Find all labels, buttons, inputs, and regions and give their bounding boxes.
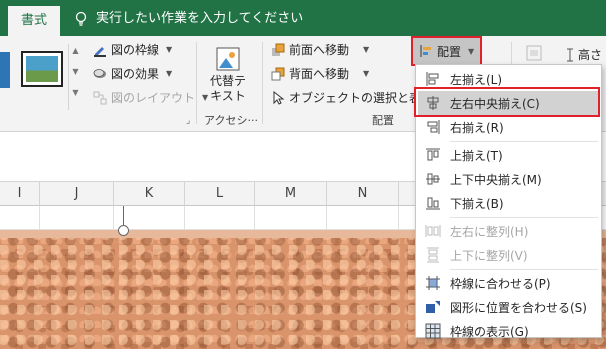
menu-item-label: 上揃え(T): [450, 148, 503, 163]
align-center-icon: [427, 96, 439, 110]
column-header-i[interactable]: I: [0, 182, 40, 206]
bring-forward-label: 前面へ移動: [289, 43, 350, 57]
bring-forward-button[interactable]: 前面へ移動 ▼: [271, 40, 369, 60]
alt-text-button[interactable]: 代替テ キスト: [205, 44, 251, 110]
menu-item-align-middle[interactable]: 上下中央揃え(M): [418, 167, 599, 191]
dropdown-arrow-icon: ▼: [363, 45, 370, 54]
send-backward-label: 背面へ移動: [289, 67, 350, 81]
menu-item-label: 図形に位置を合わせる(S): [450, 300, 587, 315]
picture-effects-label: 図の効果: [111, 67, 160, 81]
picture-border-label: 図の枠線: [111, 43, 160, 57]
picture-border-button[interactable]: 図の枠線 ▼: [93, 40, 172, 60]
column-header-l[interactable]: L: [185, 182, 255, 206]
height-label: 高さ: [578, 48, 603, 62]
dropdown-arrow-icon: ▼: [468, 46, 475, 56]
dialog-launcher-icon[interactable]: ⌟: [186, 116, 190, 126]
scroll-down-icon[interactable]: ▼: [69, 67, 82, 76]
send-backward-button[interactable]: 背面へ移動 ▼: [271, 64, 369, 84]
tell-me-text: 実行したい作業を入力してください: [96, 11, 304, 26]
column-header-m[interactable]: M: [255, 182, 327, 206]
gallery-scroll[interactable]: ▲ ▼ ▼: [68, 44, 82, 110]
alt-text-icon: [216, 47, 240, 71]
align-button-label: 配置: [437, 44, 462, 59]
picture-layout-label: 図のレイアウト: [111, 91, 196, 105]
align-dropdown-menu: 左揃え(L) 左右中央揃え(C) 右揃え(R) 上揃え(T) 上下中央揃え(M)…: [415, 64, 602, 339]
cell[interactable]: [40, 206, 114, 230]
rotation-handle[interactable]: [118, 225, 129, 236]
menu-item-distribute-horizontal[interactable]: 左右に整列(H): [418, 219, 599, 243]
dropdown-arrow-icon: ▼: [166, 45, 173, 54]
align-bottom-icon: [426, 197, 440, 210]
menu-item-label: 下揃え(B): [450, 196, 504, 211]
menu-item-align-right[interactable]: 右揃え(R): [418, 115, 599, 139]
menu-item-label: 上下に整列(V): [450, 248, 528, 263]
distribute-vertical-icon: [427, 247, 439, 263]
align-button[interactable]: 配置 ▼: [413, 38, 480, 64]
align-middle-icon: [426, 173, 440, 185]
menu-item-align-left[interactable]: 左揃え(L): [418, 67, 599, 91]
menu-item-label: 枠線に合わせる(P): [450, 276, 551, 291]
menu-item-view-gridlines[interactable]: 枠線の表示(G): [418, 319, 599, 343]
cell[interactable]: [327, 206, 399, 230]
column-header-n[interactable]: N: [327, 182, 399, 206]
menu-item-align-top[interactable]: 上揃え(T): [418, 143, 599, 167]
tab-format[interactable]: 書式: [8, 6, 60, 36]
distribute-horizontal-icon: [425, 225, 441, 237]
height-field[interactable]: 高さ: [565, 46, 602, 63]
cell[interactable]: [255, 206, 327, 230]
layout-icon: [93, 91, 107, 105]
view-gridlines-icon: [425, 323, 441, 339]
align-top-icon: [426, 148, 440, 161]
menu-item-align-center[interactable]: 左右中央揃え(C): [418, 91, 599, 115]
picture-layout-button[interactable]: 図のレイアウト ▼: [93, 88, 208, 108]
align-left-icon: [426, 72, 439, 86]
column-header-k[interactable]: K: [114, 182, 185, 206]
rotation-handle-line: [123, 206, 124, 226]
alt-text-label-1: 代替テ: [209, 74, 246, 88]
gallery-more-icon[interactable]: ▼: [69, 88, 82, 97]
menu-item-snap-to-shape[interactable]: 図形に位置を合わせる(S): [418, 295, 599, 319]
crop-icon[interactable]: [525, 44, 543, 62]
dropdown-arrow-icon: ▼: [363, 69, 370, 78]
menu-item-label: 左右に整列(H): [450, 224, 529, 239]
selection-pane-button[interactable]: オブジェクトの選択と表示: [271, 88, 433, 108]
align-icon: [420, 45, 431, 57]
picture-effects-button[interactable]: 図の効果 ▼: [93, 64, 172, 84]
scroll-up-icon[interactable]: ▲: [69, 46, 82, 55]
bring-forward-icon: [272, 43, 285, 56]
alt-text-label-2: キスト: [210, 89, 246, 103]
menu-item-label: 左右中央揃え(C): [450, 96, 540, 111]
menu-item-label: 枠線の表示(G): [450, 324, 529, 339]
tell-me-box[interactable]: 実行したい作業を入力してください: [74, 6, 303, 32]
ribbon-tab-bar: 書式 実行したい作業を入力してください: [0, 0, 606, 36]
menu-item-label: 右揃え(R): [450, 120, 504, 135]
cell[interactable]: [185, 206, 255, 230]
snap-to-grid-icon: [426, 276, 440, 290]
column-header-j[interactable]: J: [40, 182, 114, 206]
menu-item-label: 左揃え(L): [450, 72, 503, 87]
accessibility-group-label: アクセシ···: [204, 114, 258, 127]
cell[interactable]: [0, 206, 40, 230]
menu-item-snap-to-grid[interactable]: 枠線に合わせる(P): [418, 271, 599, 295]
arrange-group-label: 配置: [372, 114, 394, 127]
menu-item-distribute-vertical[interactable]: 上下に整列(V): [418, 243, 599, 267]
lightbulb-icon: [75, 11, 87, 26]
effects-icon: [93, 69, 106, 78]
pencil-border-icon: [94, 47, 106, 57]
align-right-icon: [427, 120, 440, 134]
height-icon: [567, 48, 573, 61]
snap-to-shape-icon: [426, 301, 440, 313]
send-backward-icon: [271, 67, 285, 81]
selection-pane-icon: [273, 91, 285, 105]
picture-style-partial[interactable]: [0, 52, 10, 88]
menu-item-align-bottom[interactable]: 下揃え(B): [418, 191, 599, 215]
picture-style-thumbnail[interactable]: [21, 51, 63, 87]
dropdown-arrow-icon: ▼: [166, 69, 173, 78]
menu-item-label: 上下中央揃え(M): [450, 172, 542, 187]
selection-pane-label: オブジェクトの選択と表示: [289, 91, 434, 105]
